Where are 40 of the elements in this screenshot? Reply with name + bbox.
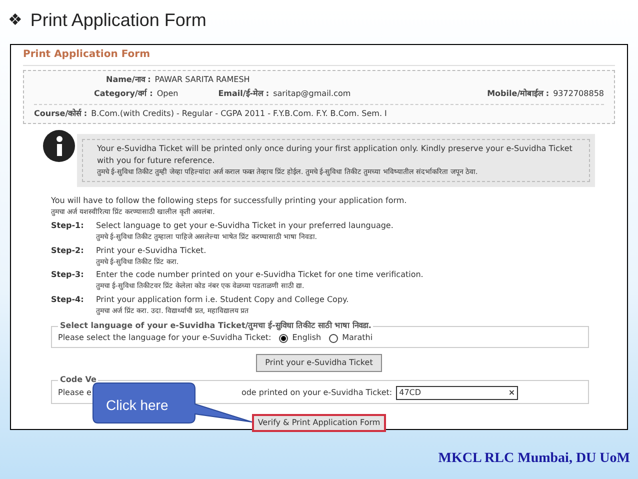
field-label: Please select the language for your e-Suvidha Ticket: bbox=[58, 332, 272, 344]
step-label: Step-3: bbox=[51, 269, 85, 281]
field-label: ode printed on your e-Suvidha Ticket: bbox=[241, 387, 392, 399]
field-value: 9372708858 bbox=[553, 88, 604, 100]
code-input-field[interactable]: 47CD × bbox=[396, 386, 518, 400]
step-text: Select language to get your e-Suvidha Ticket in your preferred launguage. bbox=[96, 220, 394, 232]
footer-credit: MKCL RLC Mumbai, DU UoM bbox=[438, 451, 630, 466]
field-label: Email/ई-मेल : bbox=[218, 88, 270, 100]
form-header: Print Application Form bbox=[23, 47, 615, 66]
step-label: Step-1: bbox=[51, 220, 85, 232]
step-text: Print your application form i.e. Student Copy and College Copy. bbox=[96, 294, 349, 306]
field-value: saritap@gmail.com bbox=[273, 88, 351, 100]
fieldset-legend: Select language of your e-Suvidha Ticket/तुमचा ई-सुविधा तिकीट साठी भाषा निवडा. bbox=[58, 320, 374, 332]
radio-option[interactable]: English bbox=[279, 332, 322, 344]
field-label: Category/वर्ग : bbox=[94, 88, 153, 100]
field-label: Mobile/मोबाईल : bbox=[487, 88, 550, 100]
step-text: Enter the code number printed on your e-Suvidha Ticket for one time verification. bbox=[96, 269, 424, 281]
print-ticket-button[interactable]: Print your e-Suvidha Ticket bbox=[256, 354, 382, 372]
callout-text: Click here bbox=[106, 396, 168, 415]
info-icon bbox=[43, 130, 75, 162]
field-value: PAWAR SARITA RAMESH bbox=[154, 74, 250, 86]
field-label: Name/नाव : bbox=[106, 74, 151, 86]
slide-title: Print Application Form bbox=[30, 8, 206, 32]
step-label: Step-4: bbox=[51, 294, 85, 306]
radio-option[interactable]: Marathi bbox=[329, 332, 373, 344]
field-value: B.Com.(with Credits) - Regular - CGPA 2011 - F.Y.B.Com. F.Y. B.Com. Sem. I bbox=[91, 108, 387, 120]
field-value: 47CD bbox=[399, 387, 422, 399]
radio-icon[interactable] bbox=[329, 334, 338, 342]
step-label: Step-2: bbox=[51, 244, 85, 257]
notice-text: Your e-Suvidha Ticket will be printed only once during your first application only. Kindly preserve your e-Suvidha Ticket with you for future reference. bbox=[97, 143, 574, 167]
verify-print-button[interactable]: Verify & Print Application Form bbox=[252, 414, 386, 432]
step-text: Print your e-Suvidha Ticket. bbox=[96, 244, 206, 256]
field-value: Open bbox=[156, 88, 178, 100]
bullet-icon: ❖ bbox=[8, 8, 22, 32]
clear-icon[interactable]: × bbox=[508, 387, 516, 399]
fieldset-legend: Code Ve bbox=[58, 374, 98, 386]
field-label: Course/कोर्स : bbox=[34, 108, 88, 120]
field-label: Please e bbox=[58, 387, 92, 399]
instructions-text: You will have to follow the following steps for successfully printing your application form. bbox=[51, 194, 408, 206]
radio-icon[interactable] bbox=[279, 334, 288, 342]
